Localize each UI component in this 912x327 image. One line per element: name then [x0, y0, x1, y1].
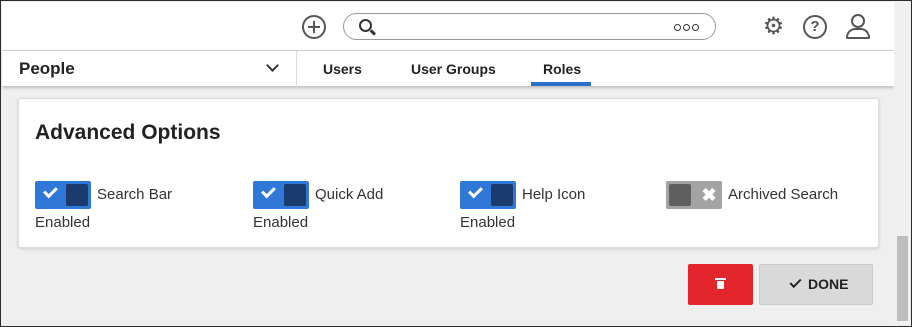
- toggle-knob: [491, 184, 513, 206]
- done-button-label: DONE: [808, 276, 849, 292]
- active-tab-indicator: [531, 82, 591, 86]
- option-label: Archived Search: [728, 186, 839, 203]
- module-title[interactable]: People: [19, 59, 75, 79]
- quick-add-toggle[interactable]: [253, 181, 309, 209]
- option-label: Help Icon: [522, 186, 586, 203]
- check-icon: [43, 183, 58, 199]
- nav-divider: [296, 51, 297, 87]
- more-options-icon[interactable]: [674, 24, 699, 31]
- chevron-down-icon[interactable]: [266, 59, 279, 72]
- option-label: Search Bar: [97, 186, 173, 203]
- help-icon-toggle[interactable]: [460, 181, 516, 209]
- option-status: Enabled: [253, 214, 309, 231]
- toggle-knob: [66, 184, 88, 206]
- done-button[interactable]: DONE: [759, 264, 873, 305]
- option-status: Enabled: [35, 214, 91, 231]
- advanced-options-card: Advanced Options Search Bar Enabled Quic…: [18, 98, 879, 248]
- user-profile-icon[interactable]: [846, 14, 870, 40]
- trash-icon: [715, 278, 726, 289]
- delete-button[interactable]: [688, 264, 753, 305]
- app-window: ⚙ ? People Users User Groups Roles Advan…: [0, 0, 912, 327]
- close-icon: ✖: [701, 185, 717, 205]
- search-bar[interactable]: [343, 13, 716, 40]
- toggle-knob: [669, 184, 691, 206]
- vertical-scrollbar[interactable]: [894, 2, 911, 326]
- module-nav: People Users User Groups Roles: [2, 50, 894, 87]
- check-icon: [261, 183, 276, 199]
- tab-roles[interactable]: Roles: [543, 61, 581, 77]
- option-status: Enabled: [460, 214, 516, 231]
- check-icon: [789, 275, 802, 289]
- check-icon: [468, 183, 483, 199]
- tab-user-groups[interactable]: User Groups: [411, 61, 496, 77]
- search-bar-toggle[interactable]: [35, 181, 91, 209]
- tab-users[interactable]: Users: [323, 61, 362, 77]
- toggle-knob: [284, 184, 306, 206]
- top-header: ⚙ ?: [2, 2, 894, 50]
- help-icon[interactable]: ?: [803, 15, 827, 39]
- card-title: Advanced Options: [35, 121, 221, 144]
- search-input[interactable]: [382, 17, 662, 36]
- archived-search-toggle[interactable]: ✖: [666, 181, 722, 209]
- add-icon[interactable]: [302, 15, 326, 39]
- gear-icon[interactable]: ⚙: [762, 15, 785, 39]
- search-icon[interactable]: [359, 19, 372, 32]
- option-label: Quick Add: [315, 186, 384, 203]
- scrollbar-thumb[interactable]: [897, 236, 908, 321]
